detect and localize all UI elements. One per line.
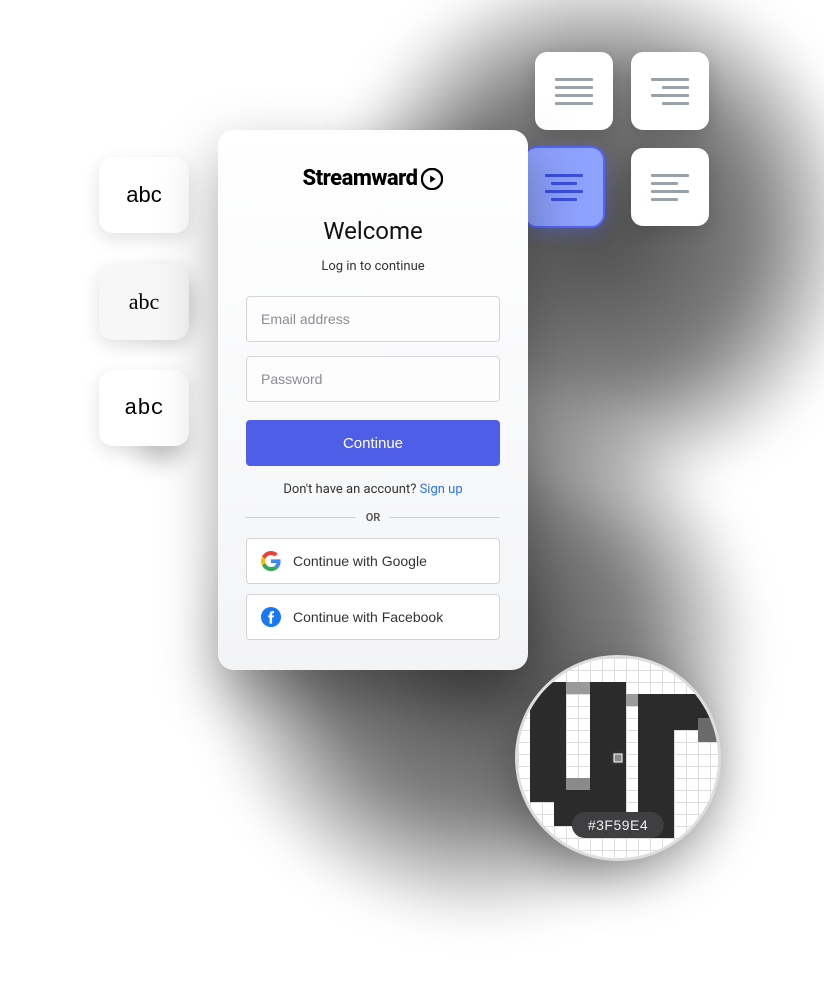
email-field[interactable]	[246, 296, 500, 342]
signup-link[interactable]: Sign up	[420, 482, 463, 497]
font-sample-mono[interactable]: abc	[99, 370, 189, 446]
divider-line	[246, 517, 356, 518]
signup-prompt: Don't have an account?	[283, 482, 419, 497]
divider: OR	[246, 511, 500, 524]
play-icon	[421, 168, 443, 190]
sampled-color-label: #3F59E4	[572, 812, 664, 838]
brand-logo: Streamward	[246, 166, 500, 191]
divider-line	[390, 517, 500, 518]
align-center-icon	[545, 174, 583, 201]
facebook-icon	[261, 607, 281, 627]
align-left-icon	[651, 174, 689, 201]
facebook-login-label: Continue with Facebook	[293, 609, 443, 625]
facebook-login-button[interactable]: Continue with Facebook	[246, 594, 500, 640]
password-field[interactable]	[246, 356, 500, 402]
brand-name: Streamward	[303, 166, 418, 191]
signup-row: Don't have an account? Sign up	[246, 482, 500, 497]
align-left-button[interactable]	[631, 148, 709, 226]
align-center-button[interactable]	[525, 148, 603, 226]
login-subtitle: Log in to continue	[246, 259, 500, 274]
google-login-button[interactable]: Continue with Google	[246, 538, 500, 584]
align-right-button[interactable]	[631, 52, 709, 130]
google-icon	[261, 551, 281, 571]
sample-target-icon	[612, 752, 625, 765]
font-sample-serif[interactable]: abc	[99, 264, 189, 340]
google-login-label: Continue with Google	[293, 553, 427, 569]
login-card: Streamward Welcome Log in to continue Co…	[218, 130, 528, 670]
welcome-title: Welcome	[246, 217, 500, 245]
font-sample-text: abc	[124, 396, 164, 421]
continue-button[interactable]: Continue	[246, 420, 500, 466]
font-sample-sans[interactable]: abc	[99, 157, 189, 233]
align-justify-button[interactable]	[535, 52, 613, 130]
divider-label: OR	[366, 511, 381, 524]
align-right-icon	[651, 78, 689, 105]
align-justify-icon	[555, 78, 593, 105]
color-picker-loupe[interactable]: #3F59E4	[515, 655, 721, 861]
font-sample-text: abc	[126, 182, 161, 208]
font-sample-text: abc	[129, 289, 160, 315]
